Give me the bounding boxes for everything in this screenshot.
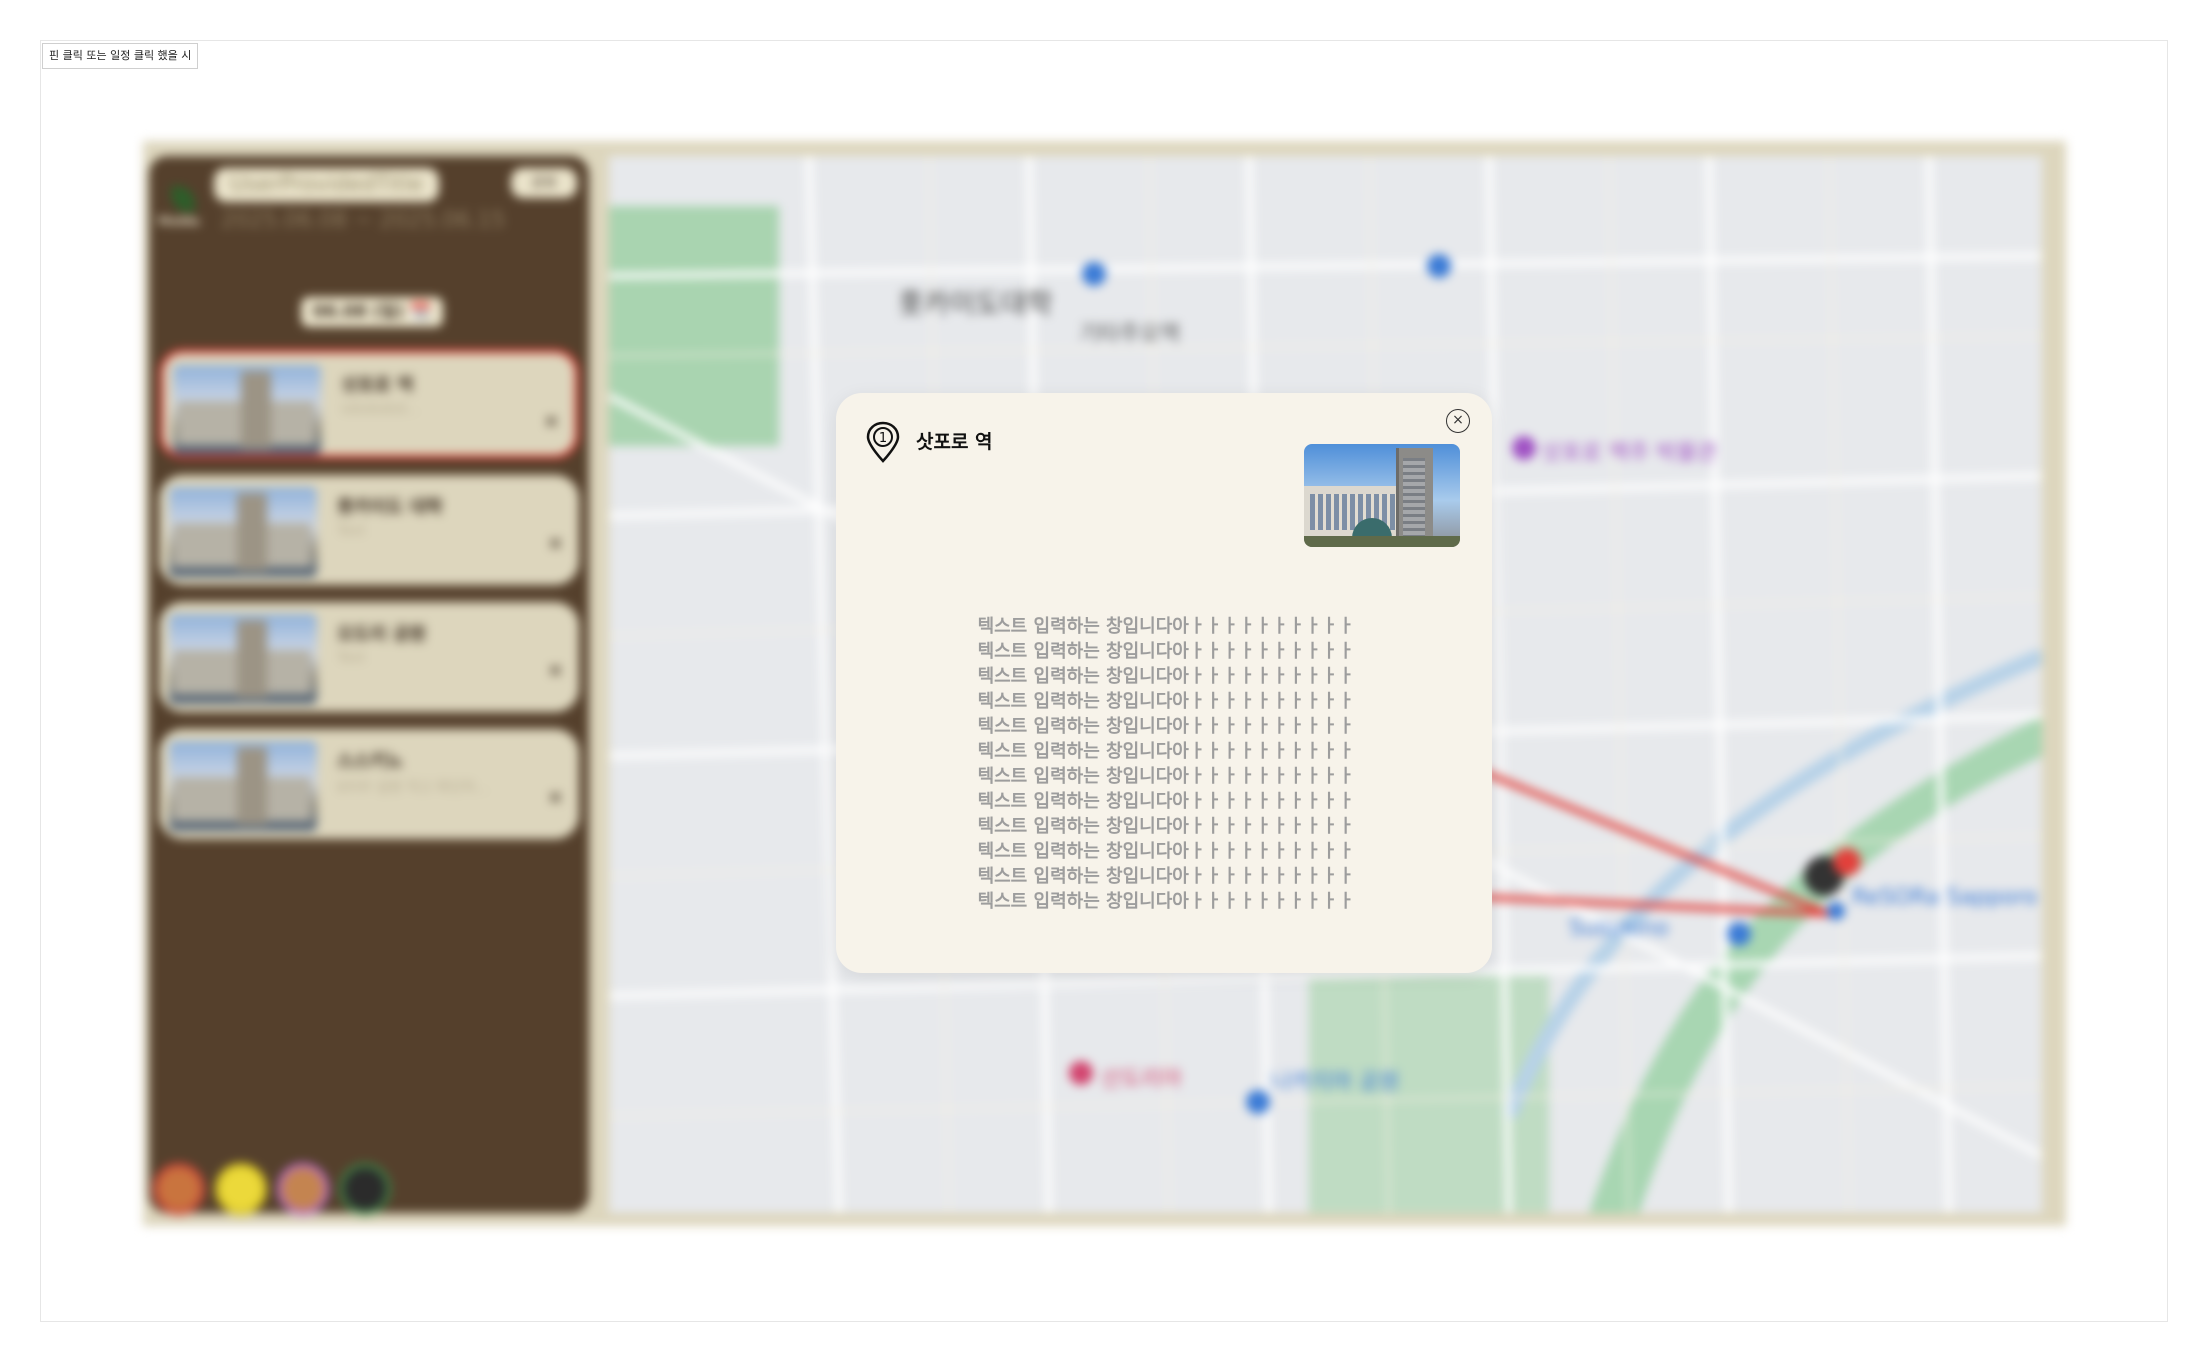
- remove-place-button[interactable]: ×: [548, 660, 563, 681]
- place-title: 삿포로 역: [341, 375, 414, 396]
- map-label-kita-station: 기타주오역: [1079, 322, 1181, 347]
- place-card-hokkaido-univ[interactable]: 홋카이도 대학 Text ×: [159, 475, 579, 585]
- place-title: 홋카이도 대학: [337, 497, 443, 518]
- member-avatar[interactable]: [339, 1163, 391, 1215]
- logo-text: Mulda: [157, 214, 200, 228]
- place-memo: 8자부 설명 적고 확인하...: [337, 780, 489, 796]
- numbered-pin-icon: 1: [866, 421, 900, 463]
- leaf-icon: [171, 186, 195, 212]
- description-line: 텍스트 입력하는 창입니다아ㅏㅏㅏㅏㅏㅏㅏㅏㅏㅏ: [977, 791, 1355, 812]
- logo: Mulda: [157, 186, 213, 230]
- place-thumbnail: [169, 614, 317, 704]
- remove-place-button[interactable]: ×: [548, 787, 563, 808]
- remove-place-button[interactable]: ×: [548, 533, 563, 554]
- description-line: 텍스트 입력하는 창입니다아ㅏㅏㅏㅏㅏㅏㅏㅏㅏㅏ: [977, 866, 1355, 887]
- place-photo: [1304, 444, 1460, 547]
- place-thumbnail: [169, 741, 317, 831]
- description-line: 텍스트 입력하는 창입니다아ㅏㅏㅏㅏㅏㅏㅏㅏㅏㅏ: [977, 691, 1355, 712]
- place-description: 텍스트 입력하는 창입니다아ㅏㅏㅏㅏㅏㅏㅏㅏㅏㅏ 텍스트 입력하는 창입니다아ㅏ…: [936, 614, 1396, 914]
- description-line: 텍스트 입력하는 창입니다아ㅏㅏㅏㅏㅏㅏㅏㅏㅏㅏ: [977, 616, 1355, 637]
- map-label-nakajima-park: 나카지마 공원: [1271, 1070, 1400, 1095]
- place-memo: Text: [337, 523, 366, 539]
- frame-label: 핀 클릭 또는 일정 클릭 했을 시: [42, 43, 199, 69]
- description-line: 텍스트 입력하는 창입니다아ㅏㅏㅏㅏㅏㅏㅏㅏㅏㅏ: [977, 891, 1355, 912]
- description-line: 텍스트 입력하는 창입니다아ㅏㅏㅏㅏㅏㅏㅏㅏㅏㅏ: [977, 841, 1355, 862]
- map-label-resora: ReSORa Sapporo: [1852, 885, 2038, 910]
- description-line: 텍스트 입력하는 창입니다아ㅏㅏㅏㅏㅏㅏㅏㅏㅏㅏ: [977, 766, 1355, 787]
- description-line: 텍스트 입력하는 창입니다아ㅏㅏㅏㅏㅏㅏㅏㅏㅏㅏ: [977, 816, 1355, 837]
- map-label-beer-museum: 삿포로 맥주 박물관: [1541, 441, 1717, 466]
- member-avatar[interactable]: [277, 1163, 329, 1215]
- description-line: 텍스트 입력하는 창입니다아ㅏㅏㅏㅏㅏㅏㅏㅏㅏㅏ: [977, 641, 1355, 662]
- map-label-susukino: Susukino: [1569, 916, 1669, 941]
- modal-place-title: 삿포로 역: [916, 431, 993, 453]
- pin-number: 1: [879, 431, 887, 446]
- member-avatar[interactable]: [153, 1163, 205, 1215]
- place-title: 스스키노: [337, 751, 404, 772]
- place-card-sapporo-station[interactable]: 삿포로 역 sdsdsdsd... ×: [159, 349, 579, 459]
- description-line: 텍스트 입력하는 창입니다아ㅏㅏㅏㅏㅏㅏㅏㅏㅏㅏ: [977, 716, 1355, 737]
- place-card-susukino[interactable]: 스스키노 8자부 설명 적고 확인하... ×: [159, 729, 579, 839]
- remove-place-button[interactable]: ×: [544, 411, 559, 432]
- place-card-odori-park[interactable]: 오도리 공원 Text ×: [159, 602, 579, 712]
- trip-date-range: 2025.06.08 ~ 2025.06.15: [221, 208, 506, 233]
- place-memo: sdsdsdsd...: [341, 401, 420, 417]
- day-selector[interactable]: 06.08 (일) 📆: [301, 297, 443, 327]
- close-button[interactable]: ×: [1446, 409, 1470, 433]
- share-button[interactable]: 공유: [511, 168, 577, 198]
- place-title: 오도리 공원: [337, 624, 427, 645]
- place-thumbnail: [169, 487, 317, 577]
- description-line: 텍스트 입력하는 창입니다아ㅏㅏㅏㅏㅏㅏㅏㅏㅏㅏ: [977, 666, 1355, 687]
- map-label-sandoria: 산도리아: [1101, 1067, 1182, 1092]
- place-detail-modal: 1 삿포로 역 × 텍스트 입력하는 창입니다아ㅏㅏㅏㅏㅏㅏㅏㅏㅏㅏ 텍스트 입…: [836, 393, 1492, 973]
- trip-title[interactable]: UserProvidedTitle: [214, 168, 439, 202]
- sidebar: Mulda UserProvidedTitle 공유 2025.06.08 ~ …: [149, 156, 589, 1215]
- place-thumbnail: [173, 365, 321, 455]
- map-label-hokkaido-univ: 홋카이도대학: [898, 287, 1053, 320]
- member-avatar[interactable]: [215, 1163, 267, 1215]
- description-line: 텍스트 입력하는 창입니다아ㅏㅏㅏㅏㅏㅏㅏㅏㅏㅏ: [977, 741, 1355, 762]
- place-memo: Text: [337, 650, 366, 666]
